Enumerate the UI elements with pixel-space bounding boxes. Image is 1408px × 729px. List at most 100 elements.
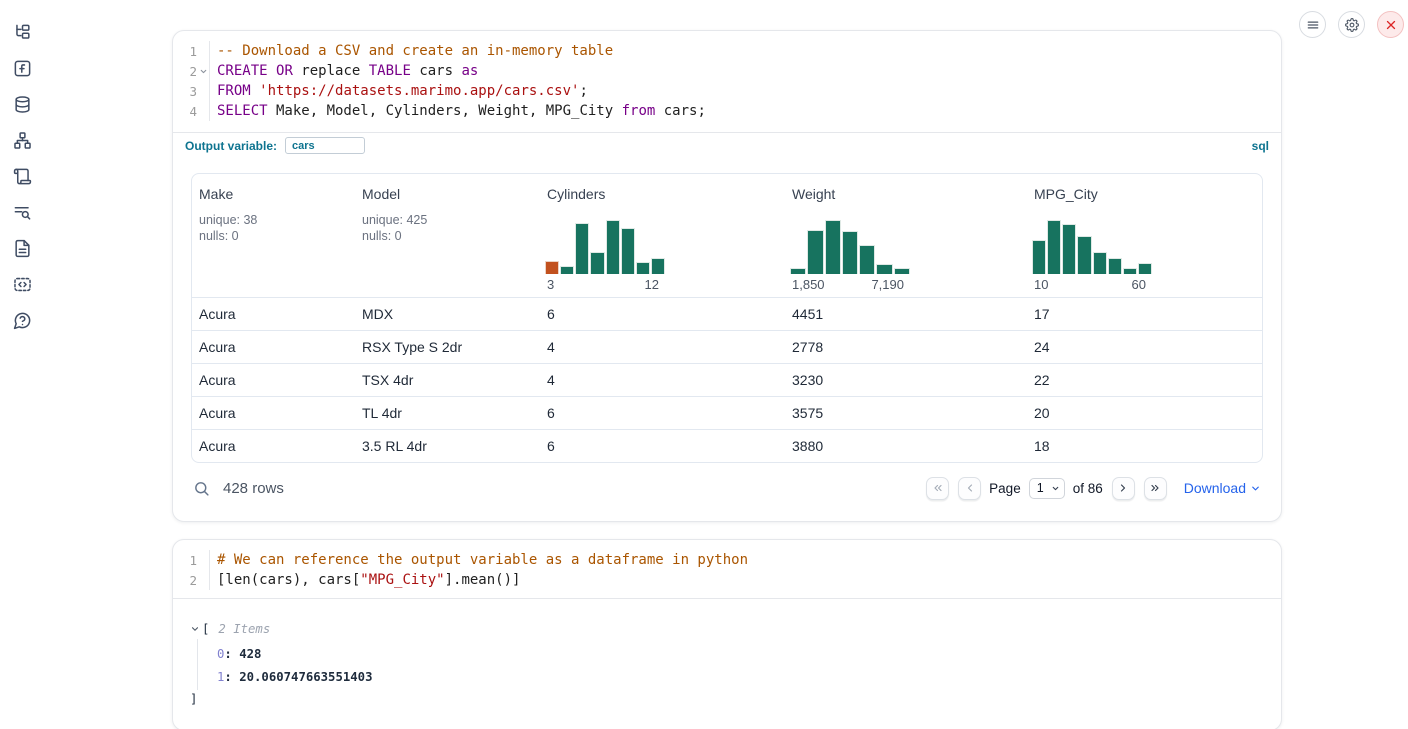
- collapse-chevron-icon[interactable]: [190, 624, 202, 634]
- histogram-bar[interactable]: [842, 231, 858, 274]
- download-button[interactable]: Download: [1184, 480, 1261, 496]
- table-cell: Acura: [192, 306, 355, 322]
- column-name: MPG_City: [1034, 186, 1262, 202]
- table-row[interactable]: AcuraTSX 4dr4323022: [192, 363, 1262, 396]
- dependency-graph-icon[interactable]: [12, 130, 32, 150]
- table-cell: RSX Type S 2dr: [355, 339, 540, 355]
- close-button[interactable]: [1377, 11, 1404, 38]
- column-name: Make: [199, 186, 355, 202]
- code-text: SELECT Make, Model, Cylinders, Weight, M…: [209, 101, 1281, 121]
- histogram-bar[interactable]: [1123, 268, 1137, 274]
- table-cell: 18: [1027, 438, 1262, 454]
- python-editor[interactable]: 1 # We can reference the output variable …: [173, 540, 1281, 590]
- table-cell: 4451: [785, 306, 1027, 322]
- last-page-button[interactable]: [1144, 477, 1167, 500]
- line-number: 1: [177, 44, 197, 59]
- sql-cell: 1 -- Download a CSV and create an in-memo…: [172, 30, 1282, 522]
- histogram-bar[interactable]: [1138, 263, 1152, 274]
- page-select[interactable]: 1: [1029, 478, 1065, 499]
- histogram-min-label: 3: [547, 277, 554, 292]
- column-header-model[interactable]: Model unique: 425nulls: 0: [355, 174, 540, 297]
- line-number: 4: [177, 104, 197, 119]
- pagination: Page 1 of 86 Download: [926, 477, 1261, 500]
- code-line: 2CREATE OR replace TABLE cars as: [173, 61, 1281, 81]
- table-row[interactable]: AcuraMDX6445117: [192, 297, 1262, 330]
- histogram-bar[interactable]: [545, 261, 559, 275]
- sql-editor[interactable]: 1 -- Download a CSV and create an in-memo…: [173, 31, 1281, 158]
- function-icon[interactable]: [12, 58, 32, 78]
- code-line: 3FROM 'https://datasets.marimo.app/cars.…: [173, 81, 1281, 101]
- page-label: Page: [989, 481, 1021, 496]
- column-histogram: 1060: [1032, 220, 1152, 292]
- output-variable-label: Output variable:: [185, 139, 277, 153]
- output-variable-input[interactable]: [285, 137, 365, 154]
- table-cell: 4: [540, 372, 785, 388]
- histogram-bar[interactable]: [606, 220, 620, 274]
- table-cell: 6: [540, 405, 785, 421]
- items-count-label: 2 Items: [218, 622, 270, 636]
- histogram-bar[interactable]: [807, 230, 823, 274]
- table-cell: 4: [540, 339, 785, 355]
- histogram-bar[interactable]: [1077, 236, 1091, 274]
- column-header-make[interactable]: Make unique: 38nulls: 0: [192, 174, 355, 297]
- histogram-bar[interactable]: [825, 220, 841, 274]
- histogram-bar[interactable]: [790, 268, 806, 274]
- line-number: 1: [177, 553, 197, 568]
- line-number: 3: [177, 84, 197, 99]
- language-badge: sql: [1252, 139, 1269, 153]
- fold-chevron-icon[interactable]: [197, 67, 209, 76]
- histogram-bar[interactable]: [1108, 258, 1122, 274]
- first-page-button[interactable]: [926, 477, 949, 500]
- histogram-bar[interactable]: [894, 268, 910, 274]
- logs-search-icon[interactable]: [12, 202, 32, 222]
- table-row[interactable]: AcuraRSX Type S 2dr4277824: [192, 330, 1262, 363]
- prev-page-button[interactable]: [958, 477, 981, 500]
- tree-root-row: [ 2 Items: [190, 619, 1265, 639]
- open-bracket: [: [202, 622, 209, 636]
- table-row[interactable]: Acura3.5 RL 4dr6388018: [192, 429, 1262, 462]
- histogram-bar[interactable]: [560, 266, 574, 274]
- chevron-down-icon: [1051, 484, 1060, 493]
- close-bracket: ]: [190, 692, 197, 706]
- histogram-bar[interactable]: [1032, 240, 1046, 274]
- snippets-icon[interactable]: [12, 274, 32, 294]
- table-header-row: Make unique: 38nulls: 0 Model unique: 425nu…: [192, 174, 1262, 297]
- menu-button[interactable]: [1299, 11, 1326, 38]
- settings-button[interactable]: [1338, 11, 1365, 38]
- histogram-bar[interactable]: [636, 262, 650, 274]
- search-icon[interactable]: [193, 480, 210, 497]
- histogram-bar[interactable]: [876, 264, 892, 274]
- database-icon[interactable]: [12, 94, 32, 114]
- scroll-icon[interactable]: [12, 166, 32, 186]
- code-text: -- Download a CSV and create an in-memor…: [209, 41, 1281, 61]
- tree-item: 0: 428: [217, 642, 1265, 665]
- column-header-weight[interactable]: Weight1,8507,190: [785, 174, 1027, 297]
- histogram-bar[interactable]: [1093, 252, 1107, 274]
- column-header-cylinders[interactable]: Cylinders312: [540, 174, 785, 297]
- column-header-mpg_city[interactable]: MPG_City 1060: [1027, 174, 1262, 297]
- histogram-bar[interactable]: [1062, 224, 1076, 274]
- column-stats: unique: 38nulls: 0: [199, 212, 355, 244]
- file-tree-icon[interactable]: [12, 22, 32, 42]
- histogram-bar[interactable]: [590, 252, 604, 274]
- notebook-main: 1 -- Download a CSV and create an in-memo…: [172, 30, 1282, 729]
- table-cell: TL 4dr: [355, 405, 540, 421]
- histogram-bar[interactable]: [621, 228, 635, 274]
- document-icon[interactable]: [12, 238, 32, 258]
- tree-item-value: : 428: [224, 647, 261, 661]
- histogram-bar[interactable]: [575, 223, 589, 274]
- histogram-bar[interactable]: [651, 258, 665, 274]
- download-label: Download: [1184, 480, 1246, 496]
- data-table: Make unique: 38nulls: 0 Model unique: 425nu…: [191, 173, 1263, 463]
- column-name: Model: [362, 186, 540, 202]
- histogram-bar[interactable]: [859, 245, 875, 274]
- histogram-bar[interactable]: [1047, 220, 1061, 274]
- page-select-value: 1: [1037, 481, 1044, 495]
- table-cell: 20: [1027, 405, 1262, 421]
- help-icon[interactable]: [12, 310, 32, 330]
- topbar-actions: [1299, 11, 1404, 38]
- column-stats: unique: 425nulls: 0: [362, 212, 540, 244]
- table-row[interactable]: AcuraTL 4dr6357520: [192, 396, 1262, 429]
- code-text: # We can reference the output variable a…: [209, 550, 1281, 570]
- next-page-button[interactable]: [1112, 477, 1135, 500]
